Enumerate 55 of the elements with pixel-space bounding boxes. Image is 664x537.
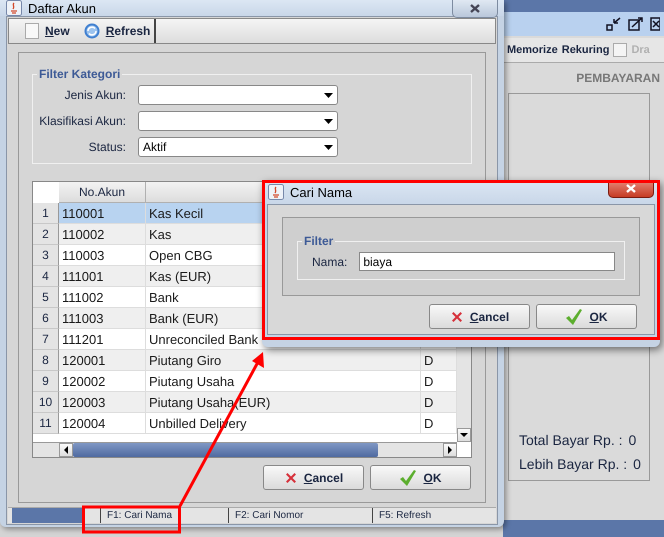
total-value: 0	[628, 432, 636, 448]
total-label: Lebih Bayar Rp. :	[519, 456, 628, 472]
table-cell: D	[421, 350, 457, 371]
table-cell: Piutang Usaha	[146, 371, 421, 392]
row-number: 10	[33, 392, 59, 413]
row-number: 2	[33, 224, 59, 245]
status-text: F2: Cari Nomor	[228, 508, 372, 523]
table-cell: 120003	[59, 392, 146, 413]
toolbar-button[interactable]: Refresh	[84, 23, 150, 39]
column-header[interactable]: No.Akun	[59, 182, 146, 203]
table-cell: 120004	[59, 413, 146, 434]
field-label: Nama:	[312, 254, 348, 268]
table-cell: 111003	[59, 308, 146, 329]
ok-button[interactable]: OK	[536, 304, 637, 329]
table-cell: 110002	[59, 224, 146, 245]
table-cell: D	[421, 413, 457, 434]
group-title: Filter Kategori	[38, 67, 122, 81]
table-cell: 120002	[59, 371, 146, 392]
toolbar-button[interactable]: New	[25, 23, 70, 39]
field-label: Jenis Akun:	[64, 88, 126, 102]
cancel-button[interactable]: Cancel	[263, 465, 364, 490]
table-cell: 110003	[59, 245, 146, 266]
row-number: 4	[33, 266, 59, 287]
name-field[interactable]: biaya	[359, 252, 616, 271]
cancel-button[interactable]: Cancel	[429, 304, 530, 329]
row-number: 7	[33, 329, 59, 350]
table-cell: 110001	[59, 203, 146, 224]
table-cell: 111001	[59, 266, 146, 287]
row-number: 11	[33, 413, 59, 434]
field-label: Status:	[88, 140, 126, 154]
row-number: 8	[33, 350, 59, 371]
dropdown[interactable]: Aktif	[138, 137, 338, 157]
group-title: Filter	[303, 234, 334, 248]
window-title: Daftar Akun	[28, 0, 96, 16]
row-number: 6	[33, 308, 59, 329]
dialog-title: Cari Nama	[290, 184, 352, 200]
ok-button[interactable]: OK	[370, 465, 471, 490]
toolbar-button[interactable]: Rekuring	[562, 44, 610, 56]
row-number: 3	[33, 245, 59, 266]
table-cell: D	[421, 392, 457, 413]
row-number: 9	[33, 371, 59, 392]
row-number: 5	[33, 287, 59, 308]
status-text: F5: Refresh	[372, 508, 495, 523]
table-cell: D	[421, 371, 457, 392]
toolbar-button[interactable]: Memorize	[507, 44, 558, 56]
total-label: Total Bayar Rp. :	[519, 432, 622, 448]
table-cell: 111002	[59, 287, 146, 308]
field-label: Klasifikasi Akun:	[38, 114, 126, 128]
status-text: F1: Cari Nama	[100, 508, 228, 523]
table-cell: 120001	[59, 350, 146, 371]
section-heading: PEMBAYARAN	[575, 70, 661, 85]
total-value: 0	[633, 456, 641, 472]
table-cell: Piutang Giro	[146, 350, 421, 371]
table-cell: 111201	[59, 329, 146, 350]
row-number: 1	[33, 203, 59, 224]
